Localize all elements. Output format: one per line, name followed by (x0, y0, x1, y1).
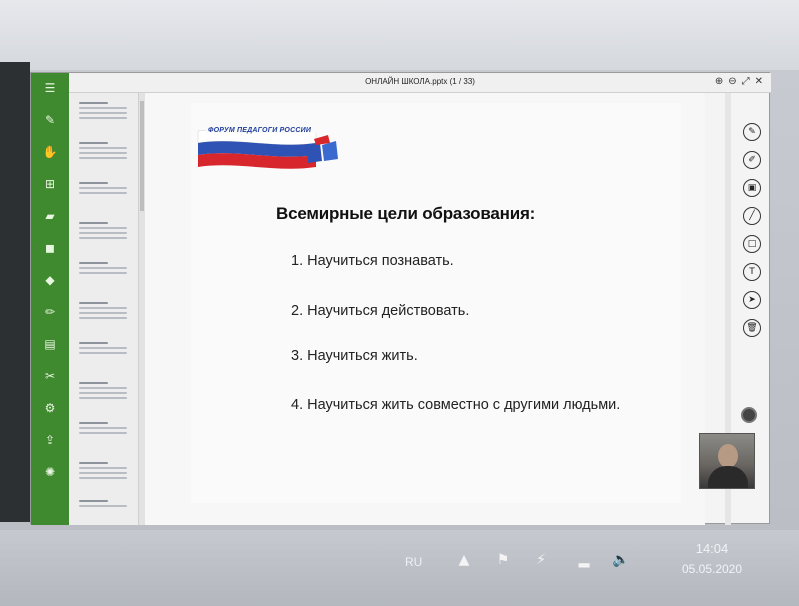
delete-tool-icon[interactable]: 🗑 (743, 319, 761, 337)
volume-icon[interactable]: 🔈 (612, 551, 630, 569)
clock-time: 14:04 (695, 541, 729, 556)
window-title: ОНЛАЙН ШКОЛА.pptx (1 / 33) (365, 77, 475, 86)
power-icon[interactable]: ⚡ (532, 551, 550, 569)
webcam-body (708, 466, 748, 488)
slide-thumbnail[interactable] (79, 299, 127, 327)
slide-heading: Всемирные цели образования: (276, 204, 536, 223)
slide-thumbnail[interactable] (79, 179, 127, 207)
logo-text: ФОРУМ ПЕДАГОГИ РОССИИ (208, 127, 312, 134)
slide-thumbnail[interactable] (79, 259, 127, 287)
slide-thumbnail[interactable] (79, 419, 127, 447)
rectangle-tool-icon[interactable]: □ (743, 235, 761, 253)
text-icon[interactable]: ◆ (43, 273, 57, 287)
page-plus-icon[interactable]: ⊞ (43, 177, 57, 191)
menu-icon[interactable]: ☰ (43, 81, 57, 95)
goal-item: 1. Научиться познавать. (291, 253, 454, 269)
pen-icon[interactable]: ✎ (43, 113, 57, 127)
system-clock[interactable]: 14:04 05.05.2020 (672, 541, 752, 576)
eraser-icon[interactable]: ▰ (43, 209, 57, 223)
slide-thumbnail[interactable] (79, 497, 127, 525)
screen-top-area (0, 0, 799, 70)
camera-toggle-button[interactable] (741, 407, 757, 423)
settings-icon[interactable]: ⚙ (43, 401, 57, 415)
highlighter-tool-icon[interactable]: ▣ (743, 179, 761, 197)
forum-logo: ФОРУМ ПЕДАГОГИ РОССИИ (196, 121, 356, 179)
slide-view: ФОРУМ ПЕДАГОГИ РОССИИ Всемирные цели обр… (145, 93, 705, 525)
slide-thumbnail[interactable] (79, 99, 127, 127)
pointer-tool-icon[interactable]: ➤ (743, 291, 761, 309)
language-indicator[interactable]: RU (405, 555, 422, 569)
slide-thumbnail[interactable] (79, 339, 127, 367)
presentation-window: ☰ ✎ ✋ ⊞ ▰ ◼ ◆ ✏ ▤ ✂ ⚙ ⇪ ✺ ОНЛАЙН ШКОЛА.p… (30, 72, 771, 525)
network-signal-icon[interactable]: ▂ (575, 551, 593, 569)
line-tool-icon[interactable]: ╱ (743, 207, 761, 225)
screen-left-edge (0, 62, 30, 522)
document-icon[interactable]: ▤ (43, 337, 57, 351)
shapes-icon[interactable]: ◼ (43, 241, 57, 255)
share-icon[interactable]: ⇪ (43, 433, 57, 447)
current-slide: ФОРУМ ПЕДАГОГИ РОССИИ Всемирные цели обр… (191, 103, 681, 503)
show-hidden-icons-icon[interactable]: ▲ (455, 551, 473, 569)
annotation-toolbar: ✎ ✐ ▣ ╱ □ T ➤ 🗑 (737, 123, 767, 337)
marker-tool-icon[interactable]: ✐ (743, 151, 761, 169)
slide-thumbnail[interactable] (79, 139, 127, 167)
zoom-out-icon[interactable]: ⊖ (728, 76, 736, 87)
slide-thumbnail[interactable] (79, 459, 127, 487)
slide-thumbnail[interactable] (79, 219, 127, 247)
webcam-preview (699, 433, 755, 489)
window-controls: ⊕ ⊖ ⤢ ✕ (715, 76, 763, 87)
close-icon[interactable]: ✕ (755, 76, 763, 87)
title-bar: ОНЛАЙН ШКОЛА.pptx (1 / 33) ⊕ ⊖ ⤢ ✕ (69, 73, 771, 93)
text-tool-icon[interactable]: T (743, 263, 761, 281)
scissors-icon[interactable]: ✂ (43, 369, 57, 383)
left-toolbar: ☰ ✎ ✋ ⊞ ▰ ◼ ◆ ✏ ▤ ✂ ⚙ ⇪ ✺ (31, 73, 69, 525)
clock-date: 05.05.2020 (681, 562, 743, 576)
gear-icon[interactable]: ✺ (43, 465, 57, 479)
goal-item: 3. Научиться жить. (291, 348, 418, 364)
pencil-icon[interactable]: ✏ (43, 305, 57, 319)
scroll-thumb[interactable] (140, 101, 144, 211)
fullscreen-icon[interactable]: ⤢ (742, 76, 750, 87)
webcam-face (718, 444, 738, 468)
goal-item: 2. Научиться действовать. (291, 303, 470, 319)
zoom-in-icon[interactable]: ⊕ (715, 76, 723, 87)
hand-icon[interactable]: ✋ (43, 145, 58, 159)
pen-tool-icon[interactable]: ✎ (743, 123, 761, 141)
goal-item: 4. Научиться жить совместно с другими лю… (291, 397, 621, 413)
action-center-flag-icon[interactable]: ⚑ (494, 551, 512, 569)
slide-thumbnails-panel (69, 93, 139, 525)
slide-thumbnail[interactable] (79, 379, 127, 407)
